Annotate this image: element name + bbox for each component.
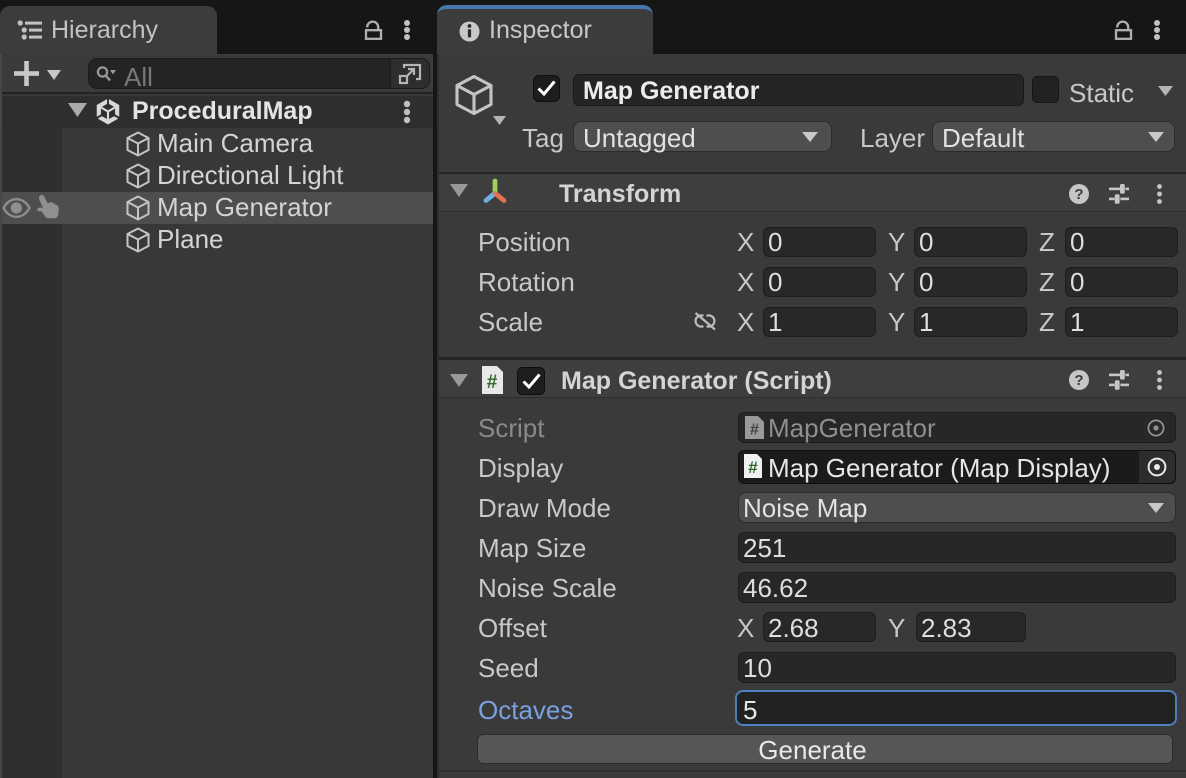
svg-text:#: #	[748, 458, 758, 477]
svg-text:?: ?	[1074, 372, 1083, 389]
svg-text:#: #	[487, 372, 498, 393]
svg-text:?: ?	[1074, 186, 1083, 203]
svg-text:#: #	[750, 422, 759, 439]
